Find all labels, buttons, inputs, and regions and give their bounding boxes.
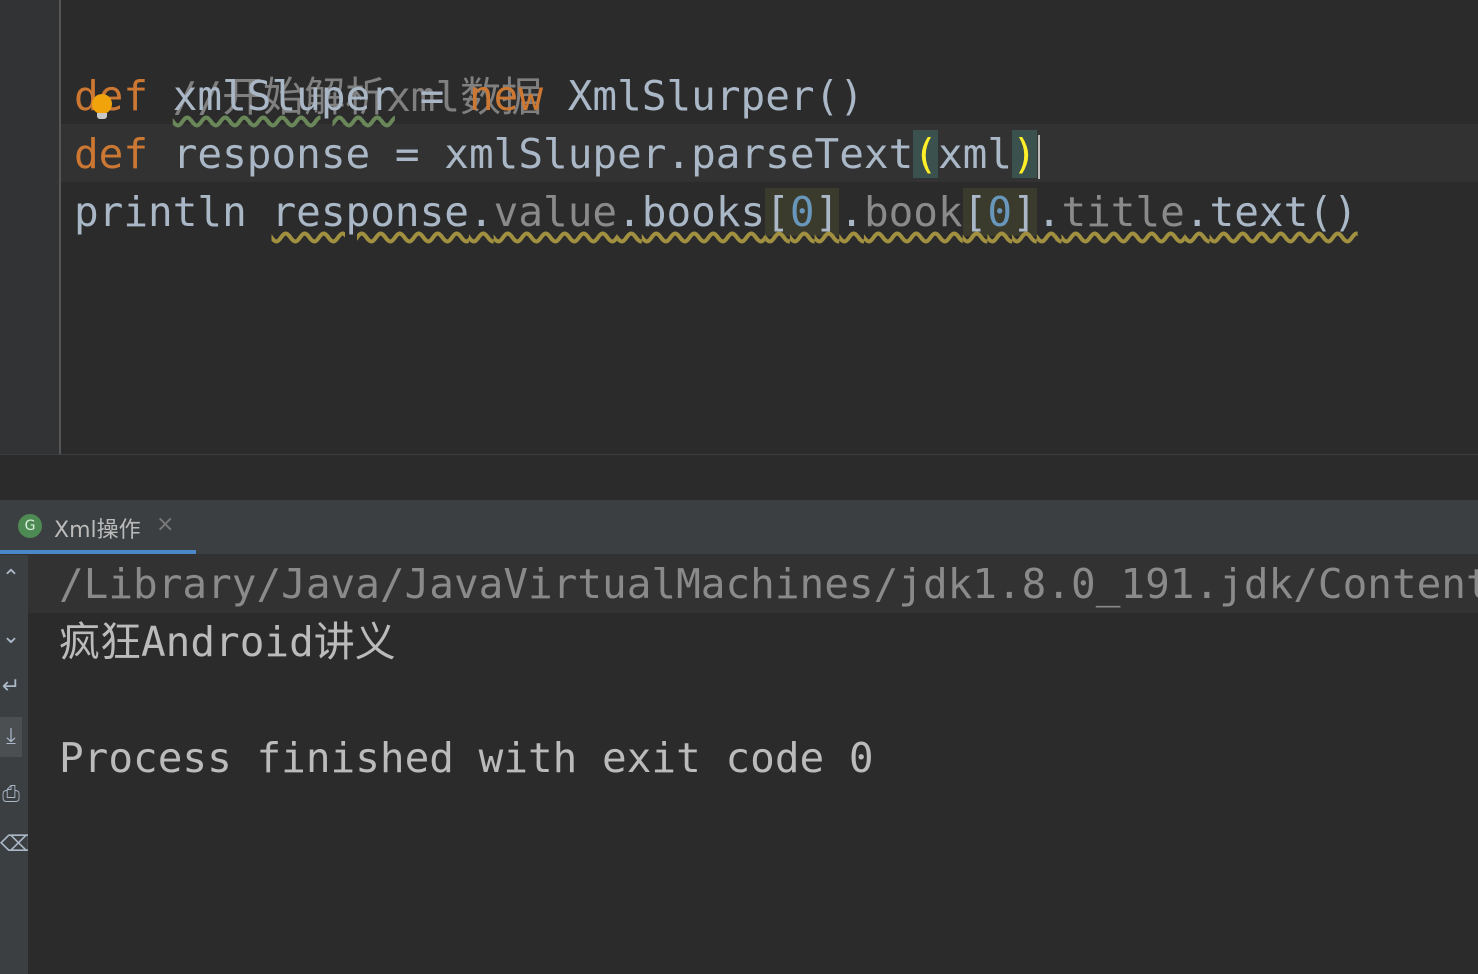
run-tab-label: Xml操作 <box>54 518 141 543</box>
code-line-2[interactable]: def xmlSluper = new XmlSlurper() <box>74 67 864 125</box>
expr-text-call: text() <box>1209 188 1358 236</box>
lightbulb-icon[interactable] <box>92 94 112 119</box>
scroll-to-end-icon[interactable]: ⤓ <box>0 717 22 757</box>
close-icon[interactable]: × <box>156 512 174 537</box>
code-line-3[interactable]: def response = xmlSluper.parseText(xml) <box>74 125 1040 183</box>
code-line-4[interactable]: println response.value.books[0].book[0].… <box>74 183 1358 241</box>
expr-response: response <box>271 188 469 236</box>
argument-xml: xml <box>937 130 1013 178</box>
constructor-call: XmlSlurper() <box>567 72 864 120</box>
expr-books: books <box>641 188 766 236</box>
editor-gutter[interactable] <box>0 0 61 454</box>
keyword-def: def <box>74 72 149 120</box>
print-icon[interactable]: ⎙ <box>0 775 22 815</box>
expr-value: value <box>493 188 618 236</box>
expr-dot: . <box>839 188 864 236</box>
code-line-1[interactable]: //开始解析xml数据 <box>74 10 542 121</box>
scroll-up-icon[interactable]: ⌃ <box>0 559 22 599</box>
variable-xmlsluper: xmlSluper <box>172 72 395 120</box>
keyword-def: def <box>74 130 149 178</box>
keyword-new: new <box>468 72 544 120</box>
run-panel-header: G Xml操作 × <box>0 500 1478 555</box>
expr-dot: . <box>617 188 642 236</box>
expr-bracket: ] <box>814 188 840 236</box>
expr-title: title <box>1061 188 1185 236</box>
parse-call: response = xmlSluper.parseText <box>148 130 914 178</box>
open-paren-match: ( <box>913 130 938 178</box>
expr-bracket: [ <box>765 188 790 236</box>
groovy-icon: G <box>18 514 42 538</box>
trash-icon[interactable]: ⌫ <box>0 825 31 865</box>
code-editor[interactable]: //开始解析xml数据 def xmlSluper = new XmlSlurp… <box>0 0 1478 454</box>
run-tab-xml[interactable]: G Xml操作 × <box>0 500 196 554</box>
console-line-exit: Process finished with exit code 0 <box>59 734 874 782</box>
expr-index: 0 <box>987 188 1013 236</box>
expr-book: book <box>863 188 963 236</box>
close-paren-match: ) <box>1012 130 1037 178</box>
expr-dot: . <box>1036 188 1062 236</box>
assign-operator: = <box>394 72 469 120</box>
console-output[interactable]: /Library/Java/JavaVirtualMachines/jdk1.8… <box>28 555 1478 974</box>
scroll-down-icon[interactable]: ⌄ <box>0 617 22 657</box>
console-line-command: /Library/Java/JavaVirtualMachines/jdk1.8… <box>59 560 1478 608</box>
active-tab-indicator <box>0 550 196 554</box>
expr-dot: . <box>468 188 494 236</box>
text-caret <box>1037 135 1040 179</box>
panel-separator[interactable] <box>0 454 1478 501</box>
console-line-output: 疯狂Android讲义 <box>59 618 396 666</box>
expr-bracket: ] <box>1012 188 1037 236</box>
soft-wrap-icon[interactable]: ↵ <box>0 667 22 707</box>
println-argument: response.value.books[0].book[0].title.te… <box>271 188 1358 236</box>
expr-bracket: [ <box>962 188 988 236</box>
run-toolbar: ⌃ ⌄ ↵ ⤓ ⎙ ⌫ <box>0 555 31 974</box>
expr-index: 0 <box>789 188 815 236</box>
expr-dot: . <box>1184 188 1210 236</box>
println-call: println <box>74 188 247 236</box>
